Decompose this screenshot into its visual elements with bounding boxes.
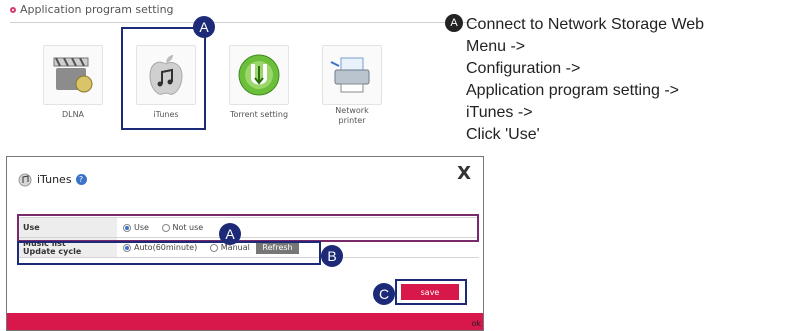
torrent-icon	[238, 54, 280, 96]
itunes-dialog: iTunes ? X Use Use Not use Music list Up…	[6, 156, 484, 331]
instruction-line: Application program setting ->	[466, 82, 679, 99]
section-title: Application program setting	[20, 3, 174, 16]
network-printer-app-button[interactable]	[322, 45, 382, 105]
close-icon[interactable]: X	[457, 163, 471, 184]
torrent-label: Torrent setting	[229, 110, 289, 119]
network-printer-label: Network printer	[335, 106, 369, 125]
update-cycle-highlight	[17, 241, 321, 265]
itunes-small-icon	[18, 173, 32, 187]
instructions-text: Connect to Network Storage Web Menu -> C…	[466, 14, 704, 146]
itunes-highlight-box	[121, 27, 206, 130]
film-camera-icon	[53, 57, 93, 93]
instruction-line: Click 'Use'	[466, 126, 540, 143]
instruction-line: Connect to Network Storage Web	[466, 16, 705, 33]
save-highlight	[395, 279, 467, 305]
badge-a-top: A	[193, 16, 215, 38]
printer-icon	[330, 57, 370, 93]
torrent-app-button[interactable]	[229, 45, 289, 105]
use-row-highlight	[17, 214, 479, 242]
badge-c: C	[373, 283, 395, 305]
dlna-label: DLNA	[61, 110, 85, 119]
help-icon[interactable]: ?	[75, 173, 87, 185]
dialog-header: iTunes ?	[17, 171, 87, 187]
divider	[10, 22, 480, 23]
instruction-line: Menu ->	[466, 38, 526, 55]
footer-tail-text: ok	[471, 319, 481, 328]
instruction-line: iTunes ->	[466, 104, 533, 121]
dialog-title: iTunes	[37, 172, 72, 186]
instruction-line: Configuration ->	[466, 60, 581, 77]
section-header: Application program setting	[10, 3, 174, 16]
dialog-footer-bar	[7, 313, 483, 330]
dlna-app-button[interactable]	[43, 45, 103, 105]
instruction-badge: A	[445, 14, 463, 32]
bullet-icon	[10, 6, 16, 13]
badge-b: B	[321, 245, 343, 267]
